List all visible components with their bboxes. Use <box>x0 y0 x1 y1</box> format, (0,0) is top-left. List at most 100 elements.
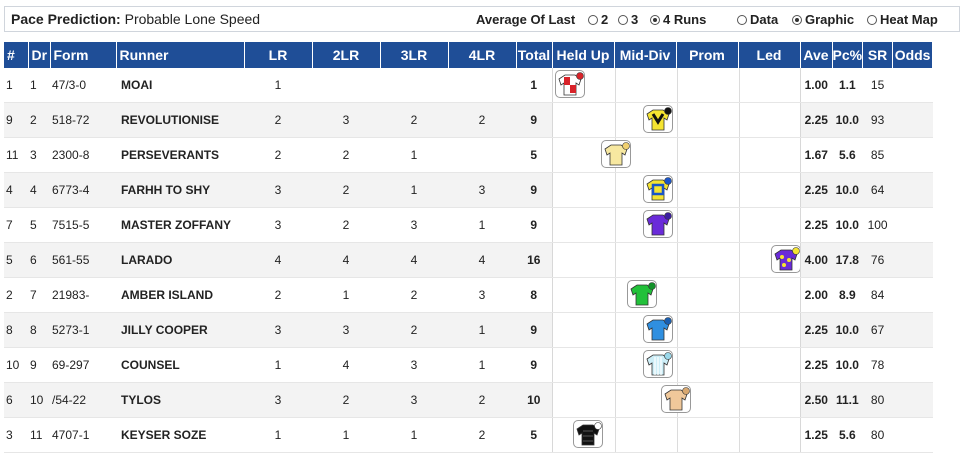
odds-value <box>892 277 933 313</box>
col-form[interactable]: Form <box>50 42 117 68</box>
runner-name[interactable]: MASTER ZOFFANY <box>116 207 244 243</box>
runner-name[interactable]: JILLY COOPER <box>116 312 244 348</box>
sr-value: 80 <box>862 382 893 418</box>
table-row[interactable]: 7 5 7515-5 MASTER ZOFFANY 3 2 3 1 9 2.25 10.0 100 <box>4 207 933 243</box>
runs-option-4[interactable]: 4 Runs <box>650 12 706 27</box>
runner-name[interactable]: AMBER ISLAND <box>116 277 244 313</box>
pace-divider <box>614 348 616 382</box>
runner-name[interactable]: KEYSER SOZE <box>116 417 244 453</box>
row-form: 7515-5 <box>50 207 116 243</box>
pace-graphic-cell <box>551 68 801 103</box>
3lr-value: 1 <box>380 417 448 453</box>
4lr-value: 3 <box>448 172 516 208</box>
2lr-value: 2 <box>312 172 380 208</box>
table-row[interactable]: 1 1 47/3-0 MOAI 1 1 1.00 1.1 15 <box>4 68 933 103</box>
total-value: 10 <box>516 382 552 418</box>
odds-value <box>892 207 933 243</box>
row-draw: 4 <box>28 172 50 208</box>
2lr-value: 4 <box>312 242 380 278</box>
pace-divider <box>676 348 678 382</box>
table-row[interactable]: 8 8 5273-1 JILLY COOPER 3 3 2 1 9 2.25 10.0 67 <box>4 312 933 348</box>
pace-divider <box>738 173 740 207</box>
pc-value: 10.0 <box>832 207 863 243</box>
col-draw[interactable]: Dr <box>28 42 51 68</box>
view-option-graphic[interactable]: Graphic <box>792 12 854 27</box>
col-2lr[interactable]: 2LR <box>312 42 381 68</box>
3lr-value: 1 <box>380 137 448 173</box>
pace-divider <box>676 173 678 207</box>
runner-name[interactable]: REVOLUTIONISE <box>116 102 244 138</box>
table-row[interactable]: 4 4 6773-4 FARHH TO SHY 3 2 1 3 9 2.25 10.0 64 <box>4 172 933 208</box>
ave-value: 2.25 <box>800 102 832 138</box>
table-row[interactable]: 2 7 21983- AMBER ISLAND 2 1 2 3 8 2.00 8.9 84 <box>4 277 933 313</box>
odds-value <box>892 172 933 208</box>
runner-name[interactable]: TYLOS <box>116 382 244 418</box>
sr-value: 93 <box>862 102 893 138</box>
row-form: /54-22 <box>50 382 116 418</box>
table-row[interactable]: 11 3 2300-8 PERSEVERANTS 2 2 1 5 1.67 5.6 85 <box>4 137 933 173</box>
pace-divider <box>614 278 616 312</box>
row-draw: 2 <box>28 102 50 138</box>
3lr-value: 1 <box>380 172 448 208</box>
col-ave[interactable]: Ave <box>800 42 833 68</box>
pace-prediction-bar: Pace Prediction: Probable Lone Speed Ave… <box>4 6 960 32</box>
row-num: 2 <box>4 277 28 313</box>
row-draw: 1 <box>28 68 50 103</box>
pace-divider <box>676 243 678 277</box>
pace-divider <box>738 278 740 312</box>
col-sr[interactable]: SR <box>862 42 894 68</box>
pace-divider <box>738 313 740 347</box>
col-4lr[interactable]: 4LR <box>448 42 517 68</box>
pace-divider <box>738 383 740 417</box>
total-value: 9 <box>516 207 552 243</box>
table-row[interactable]: 10 9 69-297 COUNSEL 1 4 3 1 9 2.25 10.0 78 <box>4 347 933 383</box>
3lr-value: 4 <box>380 242 448 278</box>
pace-graphic-cell <box>551 312 801 348</box>
row-form: 6773-4 <box>50 172 116 208</box>
odds-value <box>892 242 933 278</box>
radio-icon[interactable] <box>867 15 877 25</box>
col-odds[interactable]: Odds <box>892 42 934 68</box>
lr-value: 3 <box>244 312 312 348</box>
col-total[interactable]: Total <box>516 42 553 68</box>
total-value: 9 <box>516 102 552 138</box>
view-option-heat-map[interactable]: Heat Map <box>867 12 938 27</box>
radio-icon[interactable] <box>737 15 747 25</box>
radio-icon[interactable] <box>588 15 598 25</box>
col-pc[interactable]: Pc% <box>832 42 864 68</box>
sr-value: 84 <box>862 277 893 313</box>
table-row[interactable]: 6 10/54-22 TYLOS 3 2 3 2 10 2.50 11.1 80 <box>4 382 933 418</box>
runner-name[interactable]: COUNSEL <box>116 347 244 383</box>
pace-divider <box>738 348 740 382</box>
radio-icon[interactable] <box>618 15 628 25</box>
runs-option-3[interactable]: 3 <box>618 12 638 27</box>
total-value: 1 <box>516 68 552 103</box>
pace-divider <box>738 243 740 277</box>
runner-name[interactable]: PERSEVERANTS <box>116 137 244 173</box>
jockey-silk-icon <box>770 245 799 273</box>
col-lr[interactable]: LR <box>244 42 313 68</box>
runner-name[interactable]: MOAI <box>116 68 244 103</box>
row-form: 69-297 <box>50 347 116 383</box>
ave-value: 2.50 <box>800 382 832 418</box>
pace-divider <box>614 208 616 242</box>
view-option-data[interactable]: Data <box>737 12 778 27</box>
3lr-value: 2 <box>380 277 448 313</box>
runs-option-2[interactable]: 2 <box>588 12 608 27</box>
runner-name[interactable]: FARHH TO SHY <box>116 172 244 208</box>
col-runner[interactable]: Runner <box>116 42 245 68</box>
row-num: 6 <box>4 382 28 418</box>
runner-name[interactable]: LARADO <box>116 242 244 278</box>
col-3lr[interactable]: 3LR <box>380 42 449 68</box>
ave-value: 1.00 <box>800 68 832 103</box>
col-num[interactable]: # <box>4 42 29 68</box>
table-row[interactable]: 3 11 4707-1 KEYSER SOZE 1 1 1 2 5 1.25 5.6 80 <box>4 417 933 453</box>
row-draw: 9 <box>28 347 50 383</box>
row-num: 3 <box>4 417 28 453</box>
pc-value: 10.0 <box>832 312 863 348</box>
radio-selected-icon[interactable] <box>792 15 802 25</box>
pace-divider <box>614 173 616 207</box>
radio-selected-icon[interactable] <box>650 15 660 25</box>
table-row[interactable]: 9 2 518-72 REVOLUTIONISE 2 3 2 2 9 2.25 10.0 93 <box>4 102 933 138</box>
table-row[interactable]: 5 6 561-55 LARADO 4 4 4 4 16 4.00 17.8 76 <box>4 242 933 278</box>
